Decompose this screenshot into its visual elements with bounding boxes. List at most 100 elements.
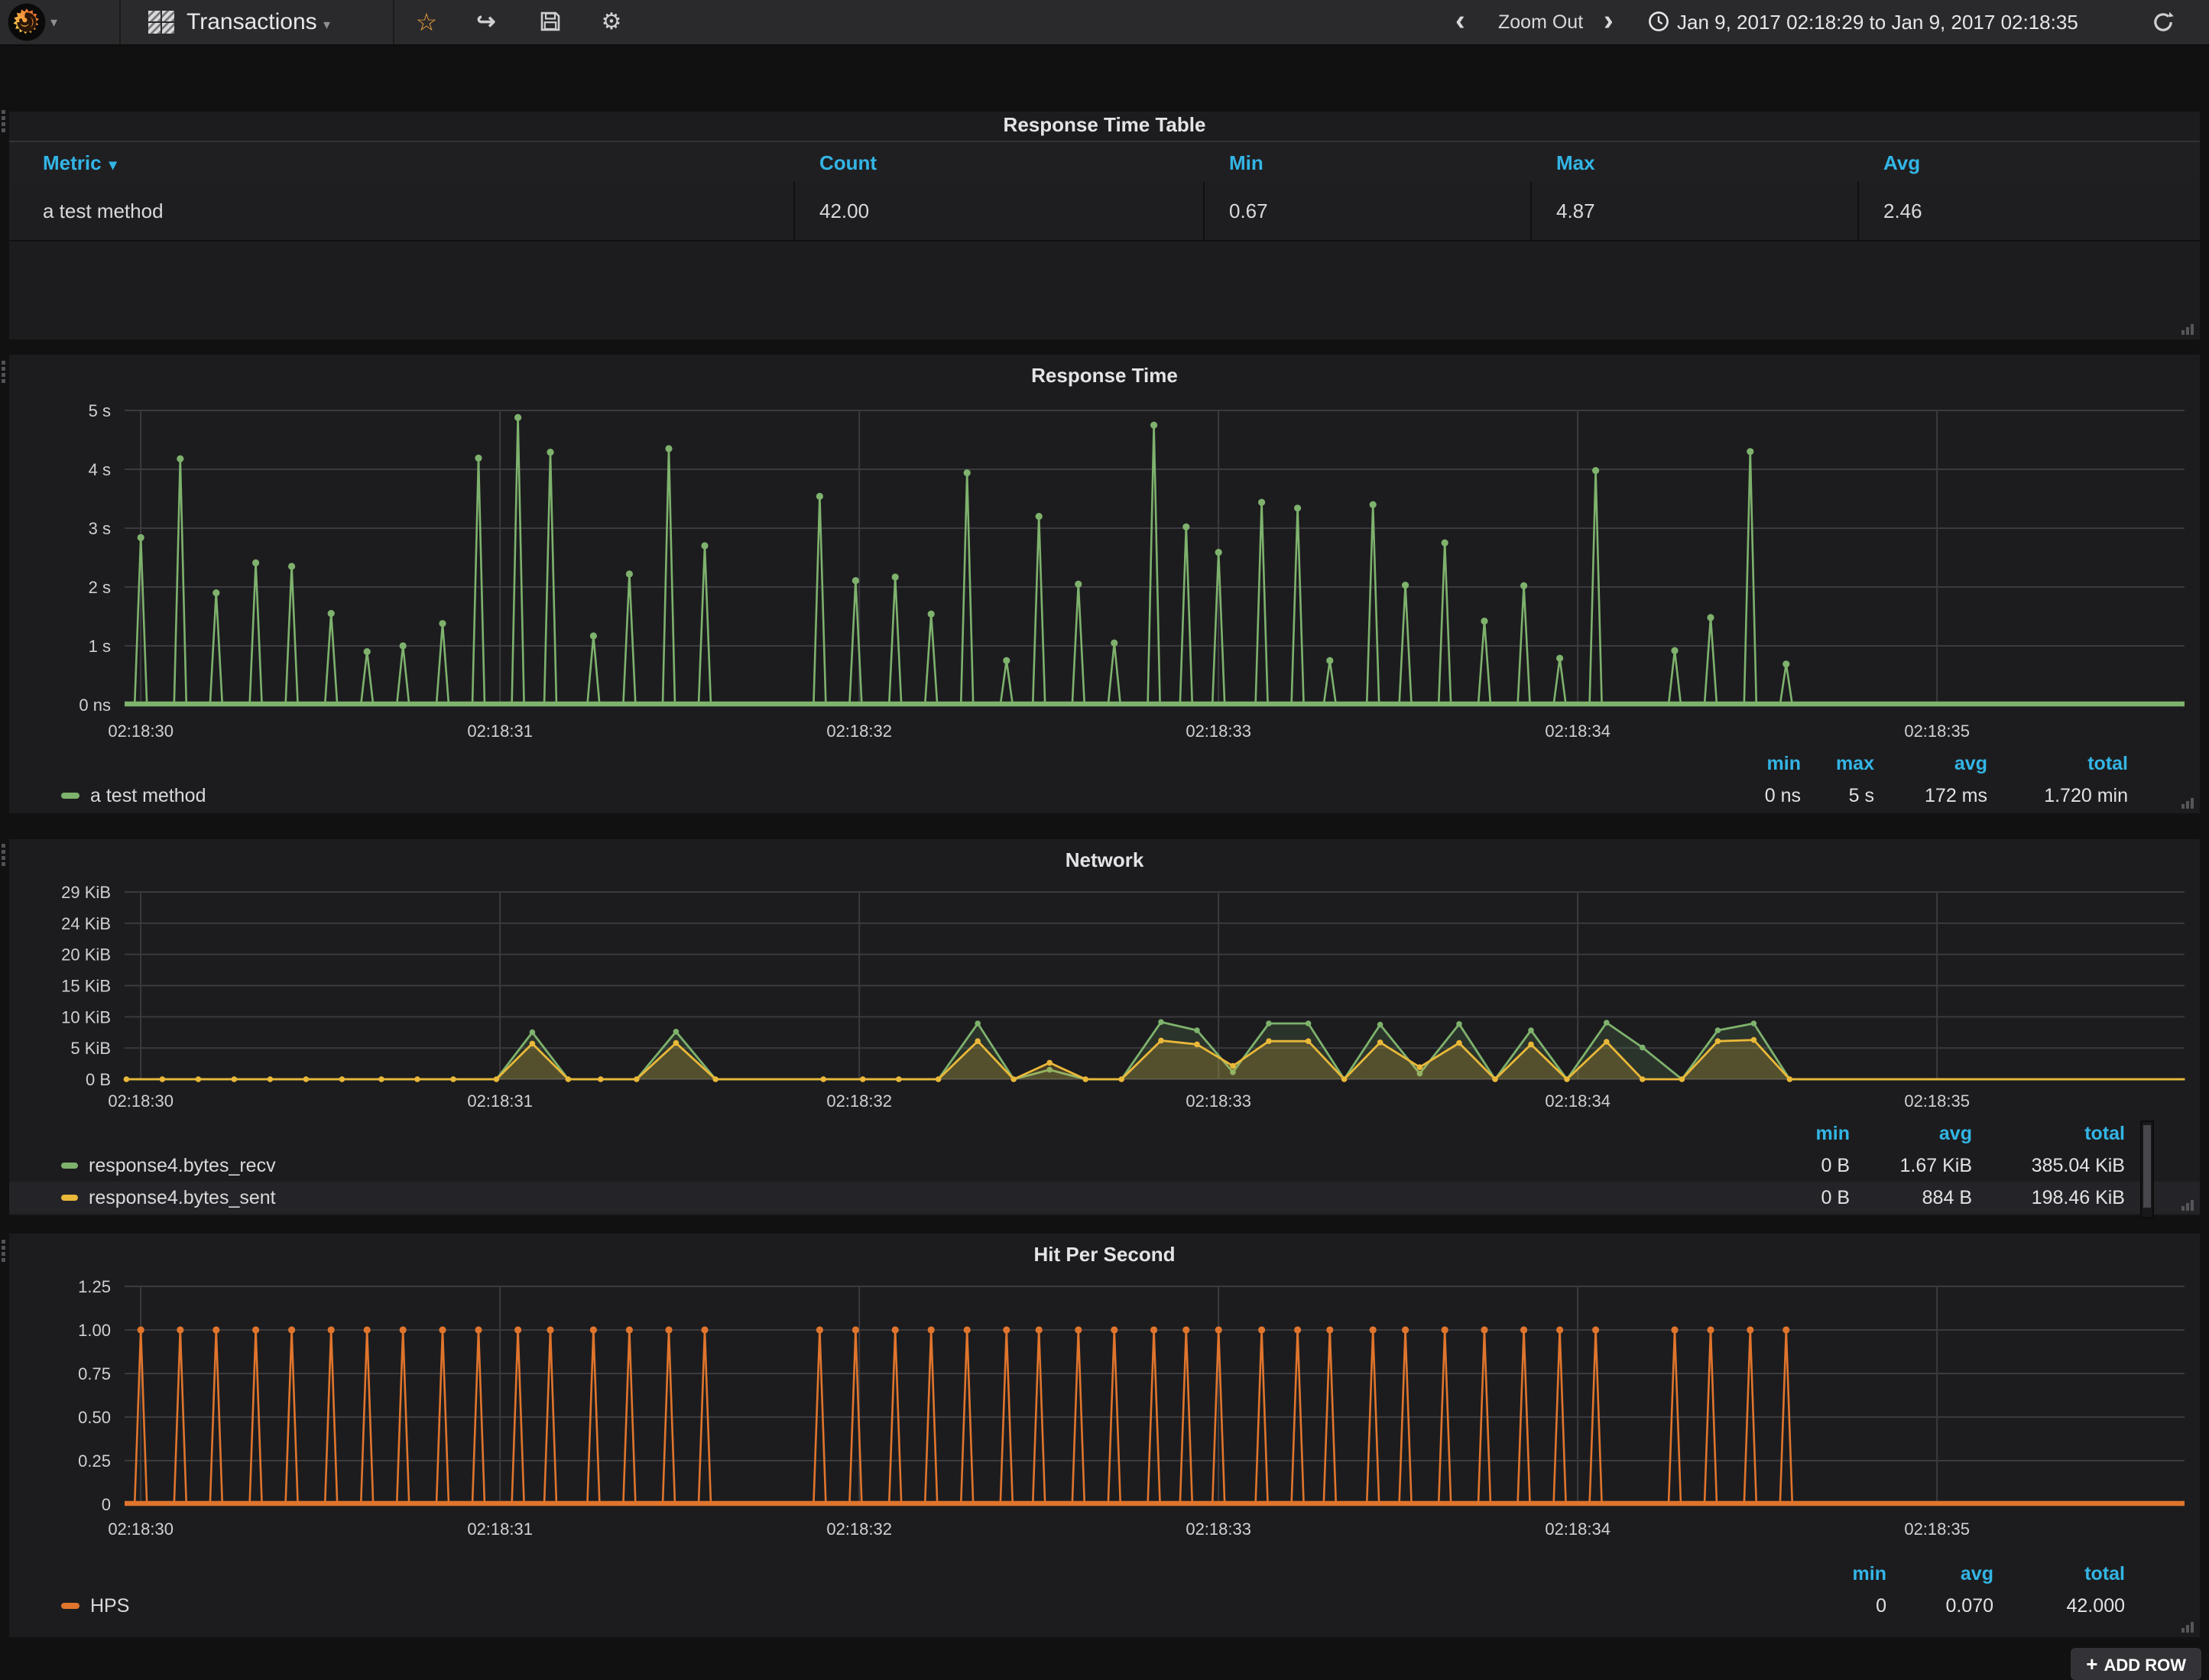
grafana-dashboard: ▾ Transactions ▾ ☆ ↪ ⚙ ‹ Zoom Out › Jan … — [0, 0, 2209, 1680]
data-point — [514, 414, 521, 421]
panel-resize-grip[interactable] — [2180, 324, 2194, 335]
data-point — [288, 1326, 295, 1333]
data-point — [892, 1326, 899, 1333]
sort-caret-icon: ▾ — [109, 157, 117, 174]
data-point — [1158, 1019, 1164, 1025]
stat-total: 42.000 — [1993, 1590, 2125, 1622]
dashboard-picker-icon[interactable] — [148, 11, 174, 34]
stat-header-min[interactable]: min — [1807, 1558, 1886, 1590]
panel-resize-grip[interactable] — [2180, 1622, 2194, 1633]
grafana-logo[interactable] — [8, 3, 46, 41]
stat-header-avg[interactable]: avg — [1850, 1117, 1972, 1150]
table-column-max[interactable]: Max — [1532, 142, 1859, 186]
x-axis-label: 02:18:32 — [826, 1519, 892, 1539]
stat-header-avg[interactable]: avg — [1886, 1558, 1993, 1590]
panel-header: Response Time Table — [9, 112, 2200, 142]
table-column-min[interactable]: Min — [1205, 142, 1532, 186]
data-point — [160, 1076, 166, 1082]
series-line — [125, 1330, 2185, 1504]
time-forward-chevron-icon[interactable]: › — [1604, 0, 1628, 44]
logo-dropdown-caret-icon[interactable]: ▾ — [50, 0, 57, 44]
title-caret-icon: ▾ — [323, 17, 330, 32]
data-point — [701, 542, 708, 549]
add-row-button[interactable]: +ADD ROW — [2071, 1648, 2201, 1680]
stat-header-total[interactable]: total — [1987, 748, 2128, 780]
data-point — [1456, 1040, 1462, 1046]
data-point — [626, 570, 633, 577]
gear-icon[interactable]: ⚙ — [598, 0, 625, 44]
legend-item[interactable]: response4.bytes_recv — [61, 1150, 276, 1182]
data-point — [268, 1076, 274, 1082]
data-point — [1604, 1020, 1610, 1026]
data-point — [665, 1326, 672, 1333]
time-back-chevron-icon[interactable]: ‹ — [1455, 0, 1480, 44]
row-drag-handle[interactable] — [2, 110, 8, 135]
data-point — [288, 563, 295, 569]
panel-title[interactable]: Hit Per Second — [9, 1243, 2200, 1266]
cell-count: 42.00 — [795, 182, 1205, 240]
data-point — [1215, 1326, 1222, 1333]
data-point — [439, 620, 446, 627]
row-drag-handle[interactable] — [2, 361, 8, 385]
data-point — [1751, 1020, 1757, 1026]
data-point — [138, 1326, 144, 1333]
share-icon[interactable]: ↪ — [472, 0, 500, 44]
data-point — [975, 1020, 981, 1026]
data-point — [530, 1041, 536, 1047]
panel-title[interactable]: Response Time — [9, 364, 2200, 388]
data-point — [1707, 1326, 1714, 1333]
table-column-metric[interactable]: Metric▾ — [9, 142, 795, 186]
panel-resize-grip[interactable] — [2180, 1200, 2194, 1211]
y-axis-label: 4 s — [89, 460, 111, 479]
data-point — [1046, 1060, 1053, 1066]
table-column-count[interactable]: Count — [795, 142, 1205, 186]
data-point — [1194, 1027, 1200, 1033]
y-axis-label: 2 s — [89, 578, 111, 597]
stat-header-total[interactable]: total — [1993, 1558, 2125, 1590]
legend-scrollbar[interactable] — [2140, 1121, 2154, 1218]
table-column-avg[interactable]: Avg — [1859, 142, 2200, 186]
table-row: a test method 42.00 0.67 4.87 2.46 — [9, 182, 2200, 242]
data-point — [1442, 540, 1448, 546]
data-point — [1003, 1326, 1010, 1333]
series-line — [126, 1040, 2185, 1079]
legend-series-row: HPS 0 0.070 42.000 — [9, 1590, 2200, 1622]
stat-min: 0 — [1807, 1590, 1886, 1622]
panel-response-time-table: Response Time Table Metric▾ Count Min Ma… — [9, 112, 2200, 339]
data-point — [566, 1076, 572, 1082]
refresh-icon[interactable] — [2149, 0, 2177, 44]
row-drag-handle[interactable] — [2, 1240, 8, 1264]
y-axis-label: 0.25 — [78, 1451, 111, 1471]
star-icon[interactable]: ☆ — [413, 0, 440, 44]
legend-item[interactable]: response4.bytes_sent — [61, 1182, 276, 1214]
stat-header-min[interactable]: min — [1721, 748, 1801, 780]
y-axis-label: 0.50 — [78, 1408, 111, 1427]
series-name: response4.bytes_sent — [89, 1182, 276, 1214]
zoom-out-button[interactable]: Zoom Out — [1498, 0, 1583, 44]
data-point — [1370, 501, 1377, 508]
series-swatch-icon — [61, 1163, 78, 1169]
data-point — [1258, 1326, 1265, 1333]
stat-header-avg[interactable]: avg — [1874, 748, 1987, 780]
row-drag-handle[interactable] — [2, 844, 8, 868]
legend-item[interactable]: HPS — [61, 1590, 129, 1622]
data-point — [1456, 1021, 1462, 1027]
save-icon[interactable] — [537, 0, 564, 44]
data-point — [1215, 549, 1222, 556]
data-point — [928, 1326, 935, 1333]
time-range-button[interactable]: Jan 9, 2017 02:18:29 to Jan 9, 2017 02:1… — [1677, 0, 2078, 44]
legend-item[interactable]: a test method — [61, 780, 206, 812]
series-area — [126, 1022, 2185, 1079]
clock-icon — [1646, 0, 1671, 44]
stat-header-max[interactable]: max — [1801, 748, 1874, 780]
panel-resize-grip[interactable] — [2180, 798, 2194, 809]
dashboard-title-button[interactable]: Transactions ▾ — [187, 0, 330, 44]
legend-stats-header: min avg total — [9, 1117, 2200, 1150]
panel-title[interactable]: Response Time Table — [9, 113, 2200, 137]
panel-title[interactable]: Network — [9, 848, 2200, 872]
panel-network: Network 0 B5 KiB10 KiB15 KiB20 KiB24 KiB… — [9, 839, 2200, 1215]
stat-header-min[interactable]: min — [1758, 1117, 1850, 1150]
stat-header-total[interactable]: total — [1972, 1117, 2125, 1150]
series-name: a test method — [90, 780, 206, 812]
data-point — [1481, 1326, 1487, 1333]
